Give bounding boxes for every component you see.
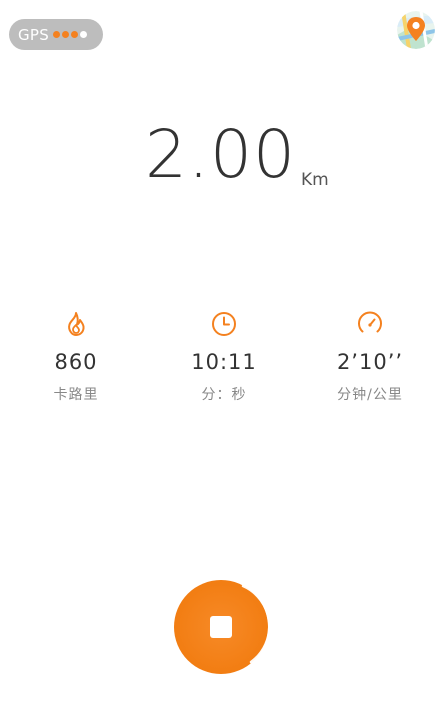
speedometer-icon: [358, 311, 382, 333]
clock-icon: [212, 312, 236, 336]
pace-value: 2’10’’: [336, 350, 404, 374]
pace-label: 分钟/公里: [337, 387, 403, 403]
map-button[interactable]: [397, 11, 435, 49]
gps-label: GPS: [18, 25, 50, 44]
run-screen: GPS 2.00 Km 860 卡路里 10:11 分：秒 2’10’’ 分钟/…: [0, 0, 447, 716]
distance-unit: Km: [301, 170, 329, 190]
distance-display: 2.00 Km: [0, 122, 447, 212]
flame-icon: [68, 312, 85, 336]
stop-button[interactable]: [173, 578, 271, 676]
gps-status-badge: GPS: [9, 19, 103, 50]
stat-duration: 10:11 分：秒: [164, 310, 284, 404]
calories-value: 860: [54, 350, 98, 374]
map-pin-icon: [397, 11, 435, 49]
stat-calories: 860 卡路里: [16, 310, 136, 404]
duration-label: 分：秒: [201, 387, 247, 403]
stop-icon: [174, 580, 271, 674]
gps-signal-dot: [62, 31, 70, 38]
gps-signal-dot: [53, 31, 61, 38]
gps-signal-indicator: [53, 31, 88, 38]
duration-value: 10:11: [191, 350, 257, 374]
calories-label: 卡路里: [53, 387, 99, 403]
gps-signal-dot: [80, 31, 88, 38]
distance-value: 2.00: [145, 116, 296, 193]
gps-signal-dot: [71, 31, 79, 38]
stat-pace: 2’10’’ 分钟/公里: [310, 310, 430, 404]
